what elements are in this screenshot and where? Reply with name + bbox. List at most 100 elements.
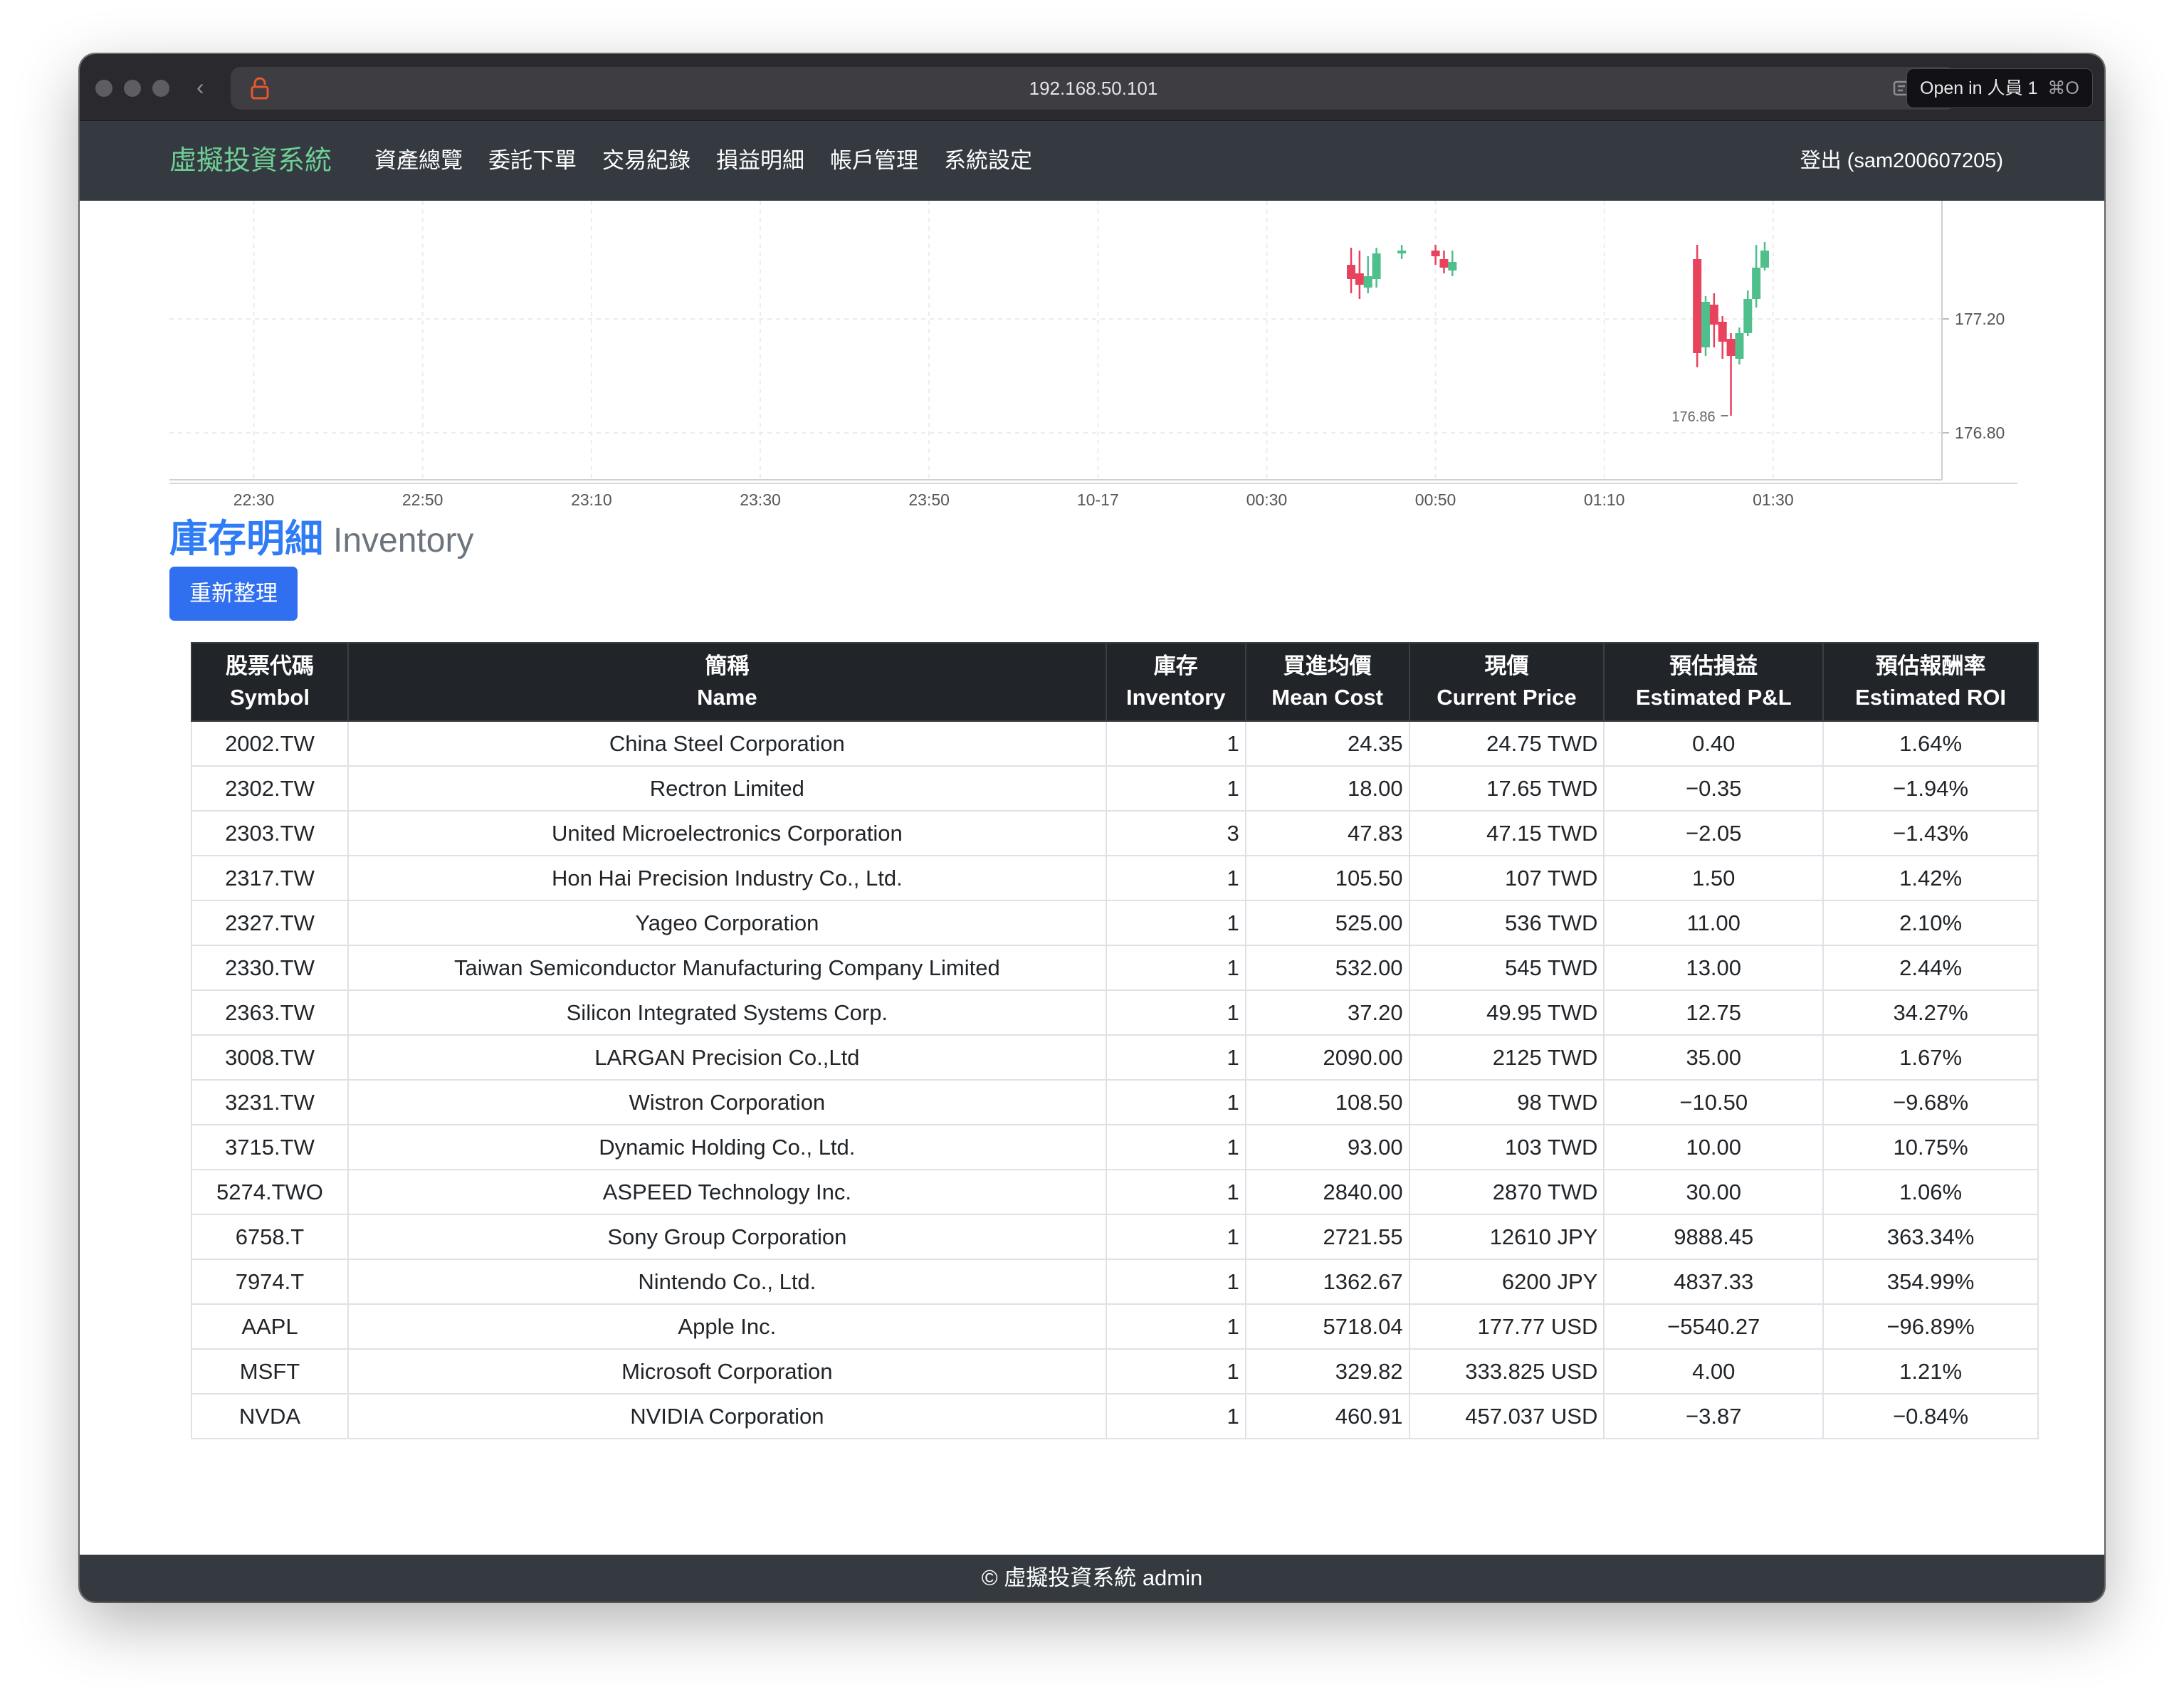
cell-name: Rectron Limited — [347, 765, 1107, 812]
logout-link[interactable]: 登出 (sam200607205) — [1800, 121, 2003, 201]
table-row: 2317.TW Hon Hai Precision Industry Co., L… — [191, 855, 2039, 901]
cell-name: United Microelectronics Corporation — [347, 810, 1107, 856]
minimize-window-icon[interactable] — [124, 80, 141, 97]
cell-estimated-pnl: 0.40 — [1603, 720, 1825, 767]
y-tick-label: 176.80 — [1955, 424, 2005, 442]
table-row: 3008.TW LARGAN Precision Co.,Ltd 1 2090.00 2… — [191, 1034, 2039, 1081]
section-divider — [169, 483, 2017, 484]
cell-mean-cost: 24.35 — [1244, 720, 1410, 767]
cell-mean-cost: 525.00 — [1244, 900, 1410, 946]
table-row: 2327.TW Yageo Corporation 1 525.00 536 TWD 11… — [191, 900, 2039, 946]
table-row: 2330.TW Taiwan Semiconductor Manufacturin… — [191, 945, 2039, 991]
cell-name: Nintendo Co., Ltd. — [347, 1259, 1107, 1305]
cell-estimated-pnl: 4837.33 — [1603, 1259, 1825, 1305]
candle-body — [1355, 273, 1364, 285]
cell-symbol: 2330.TW — [191, 945, 349, 991]
x-tick-label: 23:30 — [740, 490, 781, 509]
open-in-button[interactable]: Open in 人員 1 ⌘O — [1906, 68, 2093, 108]
candle-body — [1397, 251, 1407, 253]
cell-estimated-roi: 363.34% — [1822, 1214, 2039, 1260]
cell-estimated-pnl: 1.50 — [1603, 855, 1825, 901]
cell-current-price: 6200 JPY — [1408, 1259, 1605, 1305]
header-current-price[interactable]: 現價 Current Price — [1408, 642, 1605, 722]
cell-inventory: 1 — [1105, 855, 1246, 901]
candlestick-chart-svg[interactable]: 22:30 22:50 23:10 23:30 23:50 10-17 00:30 00:50… — [80, 201, 2104, 514]
nav-account-management[interactable]: 帳戶管理 — [830, 121, 918, 201]
zoom-window-icon[interactable] — [152, 80, 169, 97]
cell-symbol: 3008.TW — [191, 1034, 349, 1081]
price-chart[interactable]: 22:30 22:50 23:10 23:30 23:50 10-17 00:30 00:50… — [80, 201, 2104, 514]
header-symbol[interactable]: 股票代碼 Symbol — [191, 642, 349, 722]
cell-inventory: 1 — [1105, 720, 1246, 767]
cell-symbol: 2303.TW — [191, 810, 349, 856]
cell-mean-cost: 460.91 — [1244, 1393, 1410, 1439]
url-text[interactable]: 192.168.50.101 — [231, 67, 1956, 110]
cell-inventory: 1 — [1105, 1259, 1246, 1305]
cell-name: Wistron Corporation — [347, 1079, 1107, 1125]
section-title-zh: 庫存明細 — [169, 518, 323, 560]
cell-mean-cost: 93.00 — [1244, 1124, 1410, 1170]
cell-mean-cost: 47.83 — [1244, 810, 1410, 856]
cell-mean-cost: 37.20 — [1244, 989, 1410, 1036]
header-inventory[interactable]: 庫存 Inventory — [1105, 642, 1246, 722]
cell-estimated-roi: −0.84% — [1822, 1393, 2039, 1439]
x-tick-label: 01:10 — [1584, 490, 1625, 509]
cell-name: Dynamic Holding Co., Ltd. — [347, 1124, 1107, 1170]
section-title-en: Inventory — [333, 522, 474, 560]
cell-symbol: 5274.TWO — [191, 1169, 349, 1215]
header-estimated-pnl[interactable]: 預估損益 Estimated P&L — [1603, 642, 1825, 722]
cell-estimated-roi: −96.89% — [1822, 1303, 2039, 1350]
back-arrow-icon[interactable]: ‹ — [196, 73, 204, 101]
cell-name: Yageo Corporation — [347, 900, 1107, 946]
nav-trade-history[interactable]: 交易紀錄 — [602, 121, 691, 201]
cell-current-price: 2870 TWD — [1408, 1169, 1605, 1215]
refresh-button[interactable]: 重新整理 — [169, 567, 298, 621]
table-row: 7974.T Nintendo Co., Ltd. 1 1362.67 6200 JPY… — [191, 1259, 2039, 1305]
candle-body — [1439, 259, 1449, 268]
table-row: 2303.TW United Microelectronics Corporati… — [191, 810, 2039, 856]
cell-name: NVIDIA Corporation — [347, 1393, 1107, 1439]
nav-asset-overview[interactable]: 資產總覽 — [374, 121, 463, 201]
header-name[interactable]: 簡稱 Name — [347, 642, 1107, 722]
footer: © 虛擬投資系統 admin — [80, 1555, 2104, 1602]
cell-current-price: 457.037 USD — [1408, 1393, 1605, 1439]
cell-name: Microsoft Corporation — [347, 1348, 1107, 1395]
open-in-label: Open in 人員 1 — [1920, 78, 2038, 98]
cell-symbol: MSFT — [191, 1348, 349, 1395]
candle-body — [1743, 299, 1753, 333]
cell-estimated-roi: −1.94% — [1822, 765, 2039, 812]
header-mean-cost[interactable]: 買進均價 Mean Cost — [1244, 642, 1410, 722]
section-title: 庫存明細 Inventory — [169, 507, 473, 563]
footer-text: © 虛擬投資系統 admin — [981, 1565, 1203, 1590]
brand-link[interactable]: 虛擬投資系統 — [169, 121, 332, 201]
candle-body — [1760, 251, 1769, 268]
cell-estimated-roi: 1.06% — [1822, 1169, 2039, 1215]
cell-inventory: 1 — [1105, 765, 1246, 812]
nav-system-settings[interactable]: 系統設定 — [944, 121, 1032, 201]
candle-body — [1701, 302, 1710, 347]
x-tick-label: 01:30 — [1753, 490, 1794, 509]
candle-body — [1726, 339, 1736, 356]
table-row: AAPL Apple Inc. 1 5718.04 177.77 USD −5540.27… — [191, 1303, 2039, 1350]
header-estimated-roi[interactable]: 預估報酬率 Estimated ROI — [1822, 642, 2039, 722]
nav-place-order[interactable]: 委託下單 — [488, 121, 577, 201]
cell-name: Silicon Integrated Systems Corp. — [347, 989, 1107, 1036]
open-in-shortcut: ⌘O — [2047, 78, 2079, 98]
cell-mean-cost: 108.50 — [1244, 1079, 1410, 1125]
close-window-icon[interactable] — [95, 80, 112, 97]
cell-mean-cost: 2090.00 — [1244, 1034, 1410, 1081]
cell-symbol: 2002.TW — [191, 720, 349, 767]
cell-estimated-pnl: 30.00 — [1603, 1169, 1825, 1215]
candle-body — [1363, 276, 1372, 288]
address-bar[interactable]: 192.168.50.101 — [231, 67, 1956, 110]
cell-current-price: 177.77 USD — [1408, 1303, 1605, 1350]
nav-pnl-details[interactable]: 損益明細 — [716, 121, 804, 201]
low-annotation-label: 176.86 — [1671, 409, 1715, 425]
cell-symbol: 3231.TW — [191, 1079, 349, 1125]
cell-symbol: 6758.T — [191, 1214, 349, 1260]
cell-estimated-pnl: 4.00 — [1603, 1348, 1825, 1395]
cell-inventory: 1 — [1105, 900, 1246, 946]
cell-estimated-pnl: −3.87 — [1603, 1393, 1825, 1439]
cell-symbol: 2327.TW — [191, 900, 349, 946]
inventory-table: 股票代碼 Symbol 簡稱 Name 庫存 Inventory 買進均價 Mean C… — [191, 642, 2039, 1439]
